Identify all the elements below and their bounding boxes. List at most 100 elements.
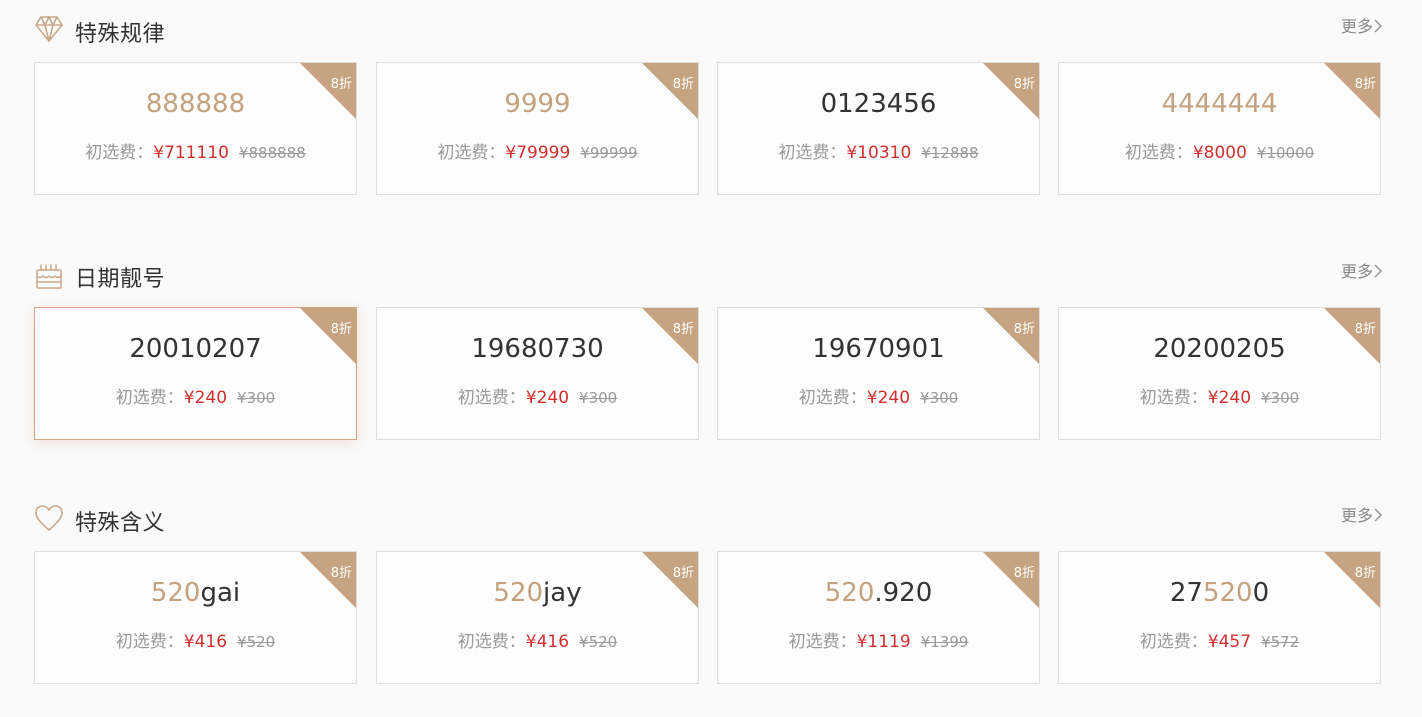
number-segment: gai — [200, 578, 241, 608]
chevron-right-icon — [1374, 507, 1383, 526]
phone-number: 4444444 — [1059, 89, 1380, 119]
price-line: 初选费：¥457 ¥572 — [1059, 627, 1380, 652]
chevron-right-icon — [1374, 263, 1383, 282]
phone-number: 0123456 — [718, 89, 1039, 119]
number-highlight: 520 — [1202, 578, 1253, 608]
number-card[interactable]: 8折 0123456 初选费：¥10310 ¥12888 — [717, 62, 1040, 195]
phone-number: 19670901 — [718, 334, 1039, 364]
more-link[interactable]: 更多 — [1341, 502, 1383, 526]
number-highlight: 888888 — [145, 89, 246, 119]
price-line: 初选费：¥240 ¥300 — [377, 383, 698, 408]
current-price: ¥240 — [1207, 388, 1252, 408]
phone-number: 9999 — [377, 89, 698, 119]
price-label: 初选费： — [437, 143, 506, 163]
number-segment: 20200205 — [1153, 334, 1286, 364]
section-header: 特殊规律 更多 — [34, 5, 1383, 47]
price-label: 初选费： — [115, 388, 184, 408]
section-header: 日期靓号 更多 — [34, 250, 1383, 292]
page: 特殊规律 更多 8折 888888 初选费：¥711110 ¥888888 8折 … — [0, 0, 1422, 717]
more-label: 更多 — [1340, 262, 1373, 281]
number-card[interactable]: 8折 520gai 初选费：¥416 ¥520 — [34, 551, 357, 684]
price-line: 初选费：¥1119 ¥1399 — [718, 627, 1039, 652]
price-label: 初选费： — [1124, 143, 1193, 163]
number-highlight: 520 — [150, 578, 201, 608]
number-card[interactable]: 8折 4444444 初选费：¥8000 ¥10000 — [1058, 62, 1381, 195]
diamond-icon — [34, 15, 64, 45]
number-card[interactable]: 8折 520.920 初选费：¥1119 ¥1399 — [717, 551, 1040, 684]
number-card[interactable]: 8折 888888 初选费：¥711110 ¥888888 — [34, 62, 357, 195]
number-segment: jay — [543, 578, 582, 608]
number-card[interactable]: 8折 19670901 初选费：¥240 ¥300 — [717, 307, 1040, 440]
original-price: ¥1399 — [920, 633, 969, 651]
phone-number: 19680730 — [377, 334, 698, 364]
price-line: 初选费：¥416 ¥520 — [35, 627, 356, 652]
price-label: 初选费： — [778, 143, 847, 163]
original-price: ¥572 — [1261, 633, 1300, 651]
price-label: 初选费： — [457, 632, 526, 652]
number-card[interactable]: 8折 275200 初选费：¥457 ¥572 — [1058, 551, 1381, 684]
number-card[interactable]: 8折 20200205 初选费：¥240 ¥300 — [1058, 307, 1381, 440]
number-segment: 19680730 — [471, 334, 604, 364]
original-price: ¥300 — [237, 389, 276, 407]
current-price: ¥240 — [525, 388, 570, 408]
original-price: ¥12888 — [921, 144, 979, 162]
current-price: ¥10310 — [846, 143, 912, 163]
section-title: 日期靓号 — [75, 267, 166, 292]
price-label: 初选费： — [1139, 632, 1208, 652]
price-label: 初选费： — [115, 632, 184, 652]
current-price: ¥1119 — [856, 632, 911, 652]
phone-number: 520.920 — [718, 578, 1039, 608]
phone-number: 888888 — [35, 89, 356, 119]
more-label: 更多 — [1340, 506, 1373, 525]
number-highlight: 9999 — [504, 89, 571, 119]
original-price: ¥300 — [1261, 389, 1300, 407]
current-price: ¥416 — [525, 632, 570, 652]
heart-icon — [34, 504, 64, 534]
section-header: 特殊含义 更多 — [34, 494, 1383, 536]
price-line: 初选费：¥10310 ¥12888 — [718, 138, 1039, 163]
original-price: ¥300 — [579, 389, 618, 407]
price-line: 初选费：¥8000 ¥10000 — [1059, 138, 1380, 163]
price-line: 初选费：¥240 ¥300 — [1059, 383, 1380, 408]
original-price: ¥888888 — [238, 144, 306, 162]
current-price: ¥240 — [183, 388, 228, 408]
number-card[interactable]: 8折 20010207 初选费：¥240 ¥300 — [34, 307, 357, 440]
original-price: ¥520 — [237, 633, 276, 651]
current-price: ¥457 — [1207, 632, 1252, 652]
section-title: 特殊规律 — [75, 22, 166, 47]
more-label: 更多 — [1340, 17, 1373, 36]
number-segment: .920 — [874, 578, 933, 608]
price-label: 初选费： — [457, 388, 526, 408]
number-segment: 0 — [1252, 578, 1270, 608]
number-highlight: 520 — [824, 578, 875, 608]
price-line: 初选费：¥240 ¥300 — [718, 383, 1039, 408]
current-price: ¥711110 — [153, 143, 229, 163]
number-card[interactable]: 8折 19680730 初选费：¥240 ¥300 — [376, 307, 699, 440]
phone-number: 20010207 — [35, 334, 356, 364]
original-price: ¥99999 — [580, 144, 638, 162]
phone-number: 20200205 — [1059, 334, 1380, 364]
current-price: ¥240 — [866, 388, 911, 408]
price-line: 初选费：¥711110 ¥888888 — [35, 138, 356, 163]
price-line: 初选费：¥240 ¥300 — [35, 383, 356, 408]
original-price: ¥520 — [579, 633, 618, 651]
number-highlight: 520 — [493, 578, 544, 608]
original-price: ¥300 — [920, 389, 959, 407]
number-segment: 27 — [1169, 578, 1203, 608]
current-price: ¥416 — [183, 632, 228, 652]
number-card[interactable]: 8折 9999 初选费：¥79999 ¥99999 — [376, 62, 699, 195]
price-label: 初选费： — [1139, 388, 1208, 408]
phone-number: 520jay — [377, 578, 698, 608]
number-segment: 20010207 — [129, 334, 262, 364]
phone-number: 520gai — [35, 578, 356, 608]
more-link[interactable]: 更多 — [1341, 13, 1383, 37]
price-label: 初选费： — [788, 632, 857, 652]
more-link[interactable]: 更多 — [1341, 258, 1383, 282]
number-highlight: 4444444 — [1161, 89, 1278, 119]
birthday-cake-icon — [34, 260, 64, 290]
number-card[interactable]: 8折 520jay 初选费：¥416 ¥520 — [376, 551, 699, 684]
section-title: 特殊含义 — [75, 511, 166, 536]
number-segment: 0123456 — [820, 89, 937, 119]
price-line: 初选费：¥79999 ¥99999 — [377, 138, 698, 163]
current-price: ¥8000 — [1192, 143, 1247, 163]
